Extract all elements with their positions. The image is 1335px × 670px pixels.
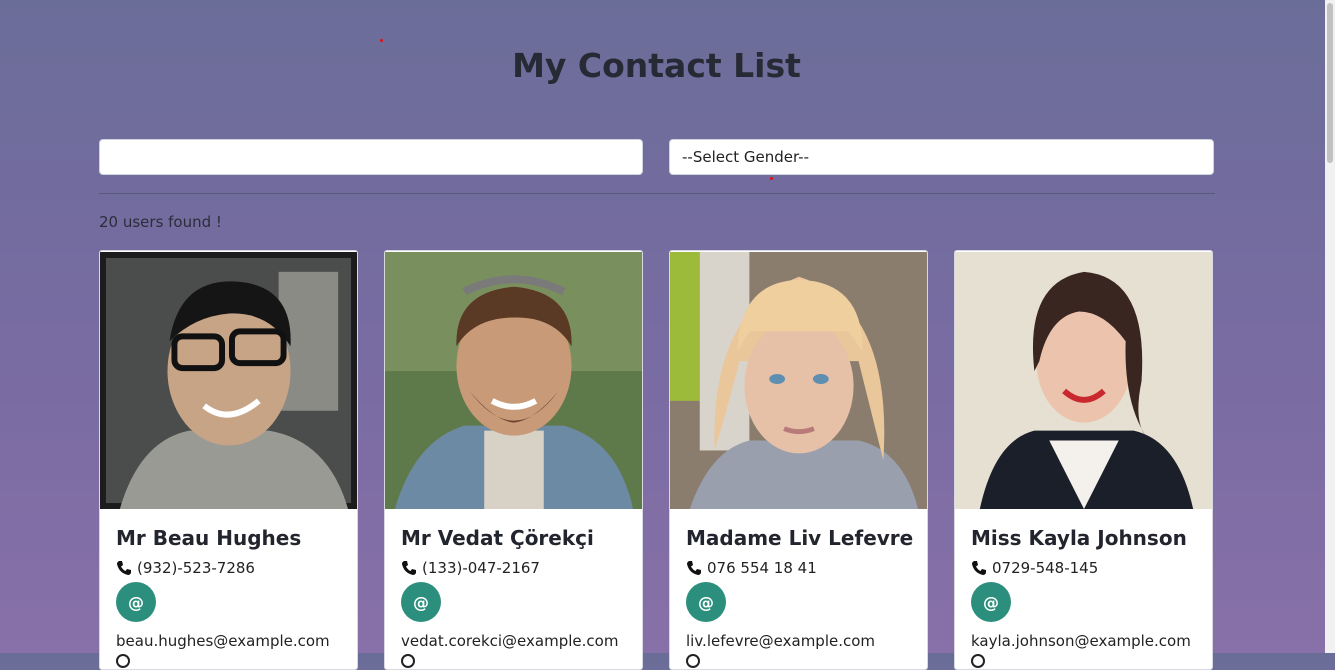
gender-select-value: --Select Gender-- [682,148,810,166]
globe-icon [686,654,700,668]
contact-phone: (932)-523-7286 [137,559,255,577]
contact-email: vedat.corekci@example.com [401,632,619,650]
email-button[interactable]: @ [116,582,156,622]
globe-icon [401,654,415,668]
phone-icon [117,561,131,575]
globe-icon [116,654,130,668]
contact-email: liv.lefevre@example.com [686,632,876,650]
globe-icon [971,654,985,668]
contact-name: Mr Beau Hughes [116,526,302,550]
contact-email: kayla.johnson@example.com [971,632,1191,650]
contact-phone: 0729-548-145 [992,559,1099,577]
contact-name: Madame Liv Lefevre [686,526,914,550]
contact-phone: (133)-047-2167 [422,559,540,577]
gender-select[interactable]: --Select Gender-- [669,139,1214,175]
page-scrollbar[interactable] [1325,0,1335,653]
contact-photo [670,252,927,509]
email-button[interactable]: @ [686,582,726,622]
contact-card: Mr Vedat Çörekçi (133)-047-2167 @ vedat.… [384,250,643,670]
email-button[interactable]: @ [401,582,441,622]
results-count: 20 users found ! [99,213,222,231]
contact-card: Madame Liv Lefevre 076 554 18 41 @ liv.l… [669,250,928,670]
cursor-dot [380,39,383,42]
divider [99,193,1215,194]
contact-card: Mr Beau Hughes (932)-523-7286 @ beau.hug… [99,250,358,670]
contact-photo [955,252,1212,509]
contact-email: beau.hughes@example.com [116,632,330,650]
phone-icon [972,561,986,575]
phone-icon [402,561,416,575]
contact-name: Mr Vedat Çörekçi [401,526,594,550]
cursor-dot [770,177,773,180]
contact-photo [385,252,642,509]
contact-photo [100,252,357,509]
contact-card: Miss Kayla Johnson 0729-548-145 @ kayla.… [954,250,1213,670]
email-button[interactable]: @ [971,582,1011,622]
contact-phone: 076 554 18 41 [707,559,817,577]
contact-name: Miss Kayla Johnson [971,526,1187,550]
scrollbar-thumb[interactable] [1327,3,1333,163]
phone-icon [687,561,701,575]
search-input[interactable] [99,139,643,175]
page-title: My Contact List [512,46,801,85]
